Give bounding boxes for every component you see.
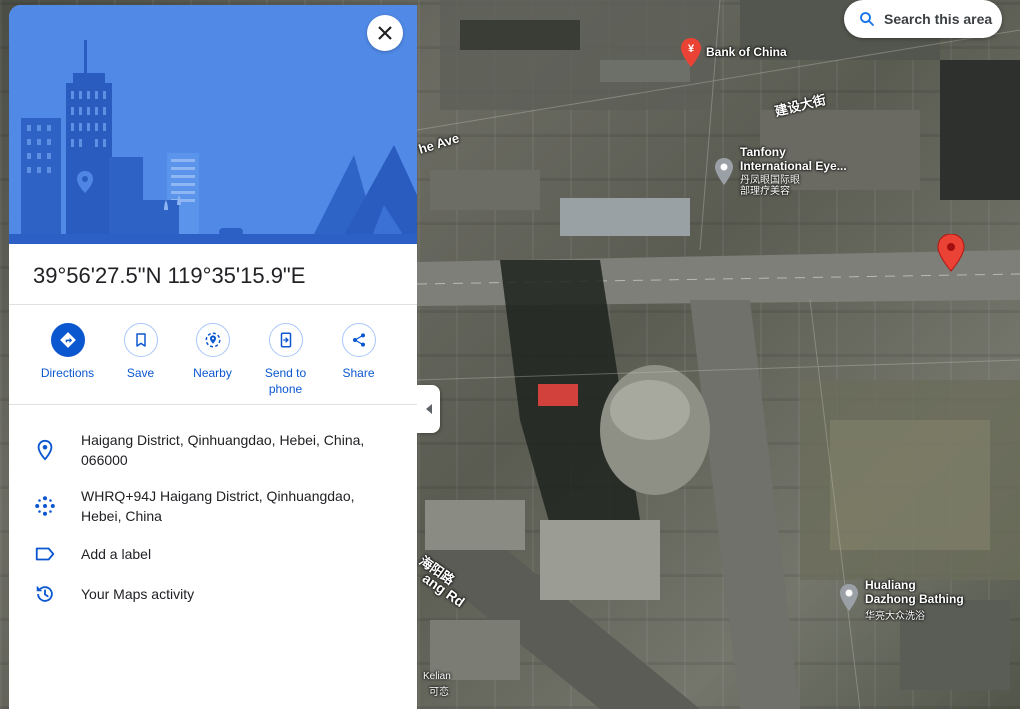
svg-text:¥: ¥	[688, 43, 695, 55]
search-this-area-button[interactable]: Search this area	[844, 0, 1002, 38]
bank-pin-icon: ¥	[681, 38, 701, 67]
close-button[interactable]	[367, 15, 403, 51]
bank-label: Bank of China	[706, 45, 787, 59]
caret-left-icon	[425, 404, 432, 414]
divider	[9, 404, 417, 405]
directions-button[interactable]: Directions	[31, 323, 104, 381]
share-icon	[352, 333, 365, 347]
send-to-phone-icon	[280, 332, 291, 348]
nearby-circle	[195, 323, 230, 357]
send-to-phone-label: Send to phone	[264, 366, 307, 396]
label-icon	[35, 547, 55, 561]
plus-code-icon	[35, 496, 55, 516]
place-tanfony[interactable]	[714, 158, 734, 191]
send-to-phone-circle	[268, 323, 303, 357]
place-side-panel: 39°56'27.5"N 119°35'15.9"E Directions Sa…	[9, 5, 417, 709]
close-icon	[378, 26, 392, 40]
hualiang-label: Hualiang Dazhong Bathing	[865, 578, 964, 606]
maps-activity-text: Your Maps activity	[81, 586, 195, 602]
tanfony-label: Tanfony International Eye...	[740, 145, 847, 173]
hualiang-pin-icon	[840, 584, 858, 611]
nearby-label: Nearby	[193, 366, 232, 380]
plus-code-text: WHRQ+94J Haigang District, Qinhuangdao, …	[81, 488, 355, 524]
hero-illustration	[9, 5, 417, 244]
maps-activity-row[interactable]: Your Maps activity	[9, 583, 417, 607]
place-bank-of-china[interactable]: ¥ Bank of China	[680, 38, 787, 73]
location-pin-icon	[37, 439, 53, 461]
share-circle	[341, 323, 376, 357]
history-icon	[36, 585, 53, 602]
save-button[interactable]: Save	[104, 323, 177, 381]
place-coordinates-title: 39°56'27.5"N 119°35'15.9"E	[33, 263, 306, 288]
tanfony-label-cn: 丹凤眼国际眼 部理疗美容	[740, 175, 800, 197]
hualiang-label-cn: 华亮大众洗浴	[865, 611, 925, 622]
place-hualiang[interactable]	[839, 584, 859, 617]
address-text: Haigang District, Qinhuangdao, Hebei, Ch…	[81, 432, 365, 468]
add-label-row[interactable]: Add a label	[9, 543, 417, 567]
share-button[interactable]: Share	[322, 323, 395, 381]
directions-icon	[59, 332, 76, 348]
save-label: Save	[126, 366, 155, 380]
send-to-phone-button[interactable]: Send to phone	[249, 323, 322, 397]
dropped-pin-icon	[937, 233, 965, 272]
nearby-button[interactable]: Nearby	[176, 323, 249, 381]
tanfony-pin-icon	[715, 158, 733, 185]
address-row[interactable]: Haigang District, Qinhuangdao, Hebei, Ch…	[9, 430, 417, 474]
dropped-pin[interactable]	[937, 233, 965, 277]
search-this-area-label: Search this area	[884, 11, 993, 27]
city-skyline-illustration	[9, 5, 417, 244]
kelian-label-cn: 可恋	[429, 687, 449, 698]
share-label: Share	[342, 366, 375, 380]
collapse-panel-button[interactable]	[417, 385, 440, 433]
directions-label: Directions	[40, 366, 95, 380]
kelian-label: Kelian	[423, 671, 451, 682]
add-label-text: Add a label	[81, 546, 152, 562]
divider	[9, 304, 417, 305]
directions-circle	[50, 323, 85, 357]
bookmark-icon	[135, 333, 146, 347]
save-circle	[123, 323, 158, 357]
nearby-icon	[205, 332, 220, 348]
plus-code-row[interactable]: WHRQ+94J Haigang District, Qinhuangdao, …	[9, 486, 417, 530]
search-icon	[860, 12, 874, 26]
